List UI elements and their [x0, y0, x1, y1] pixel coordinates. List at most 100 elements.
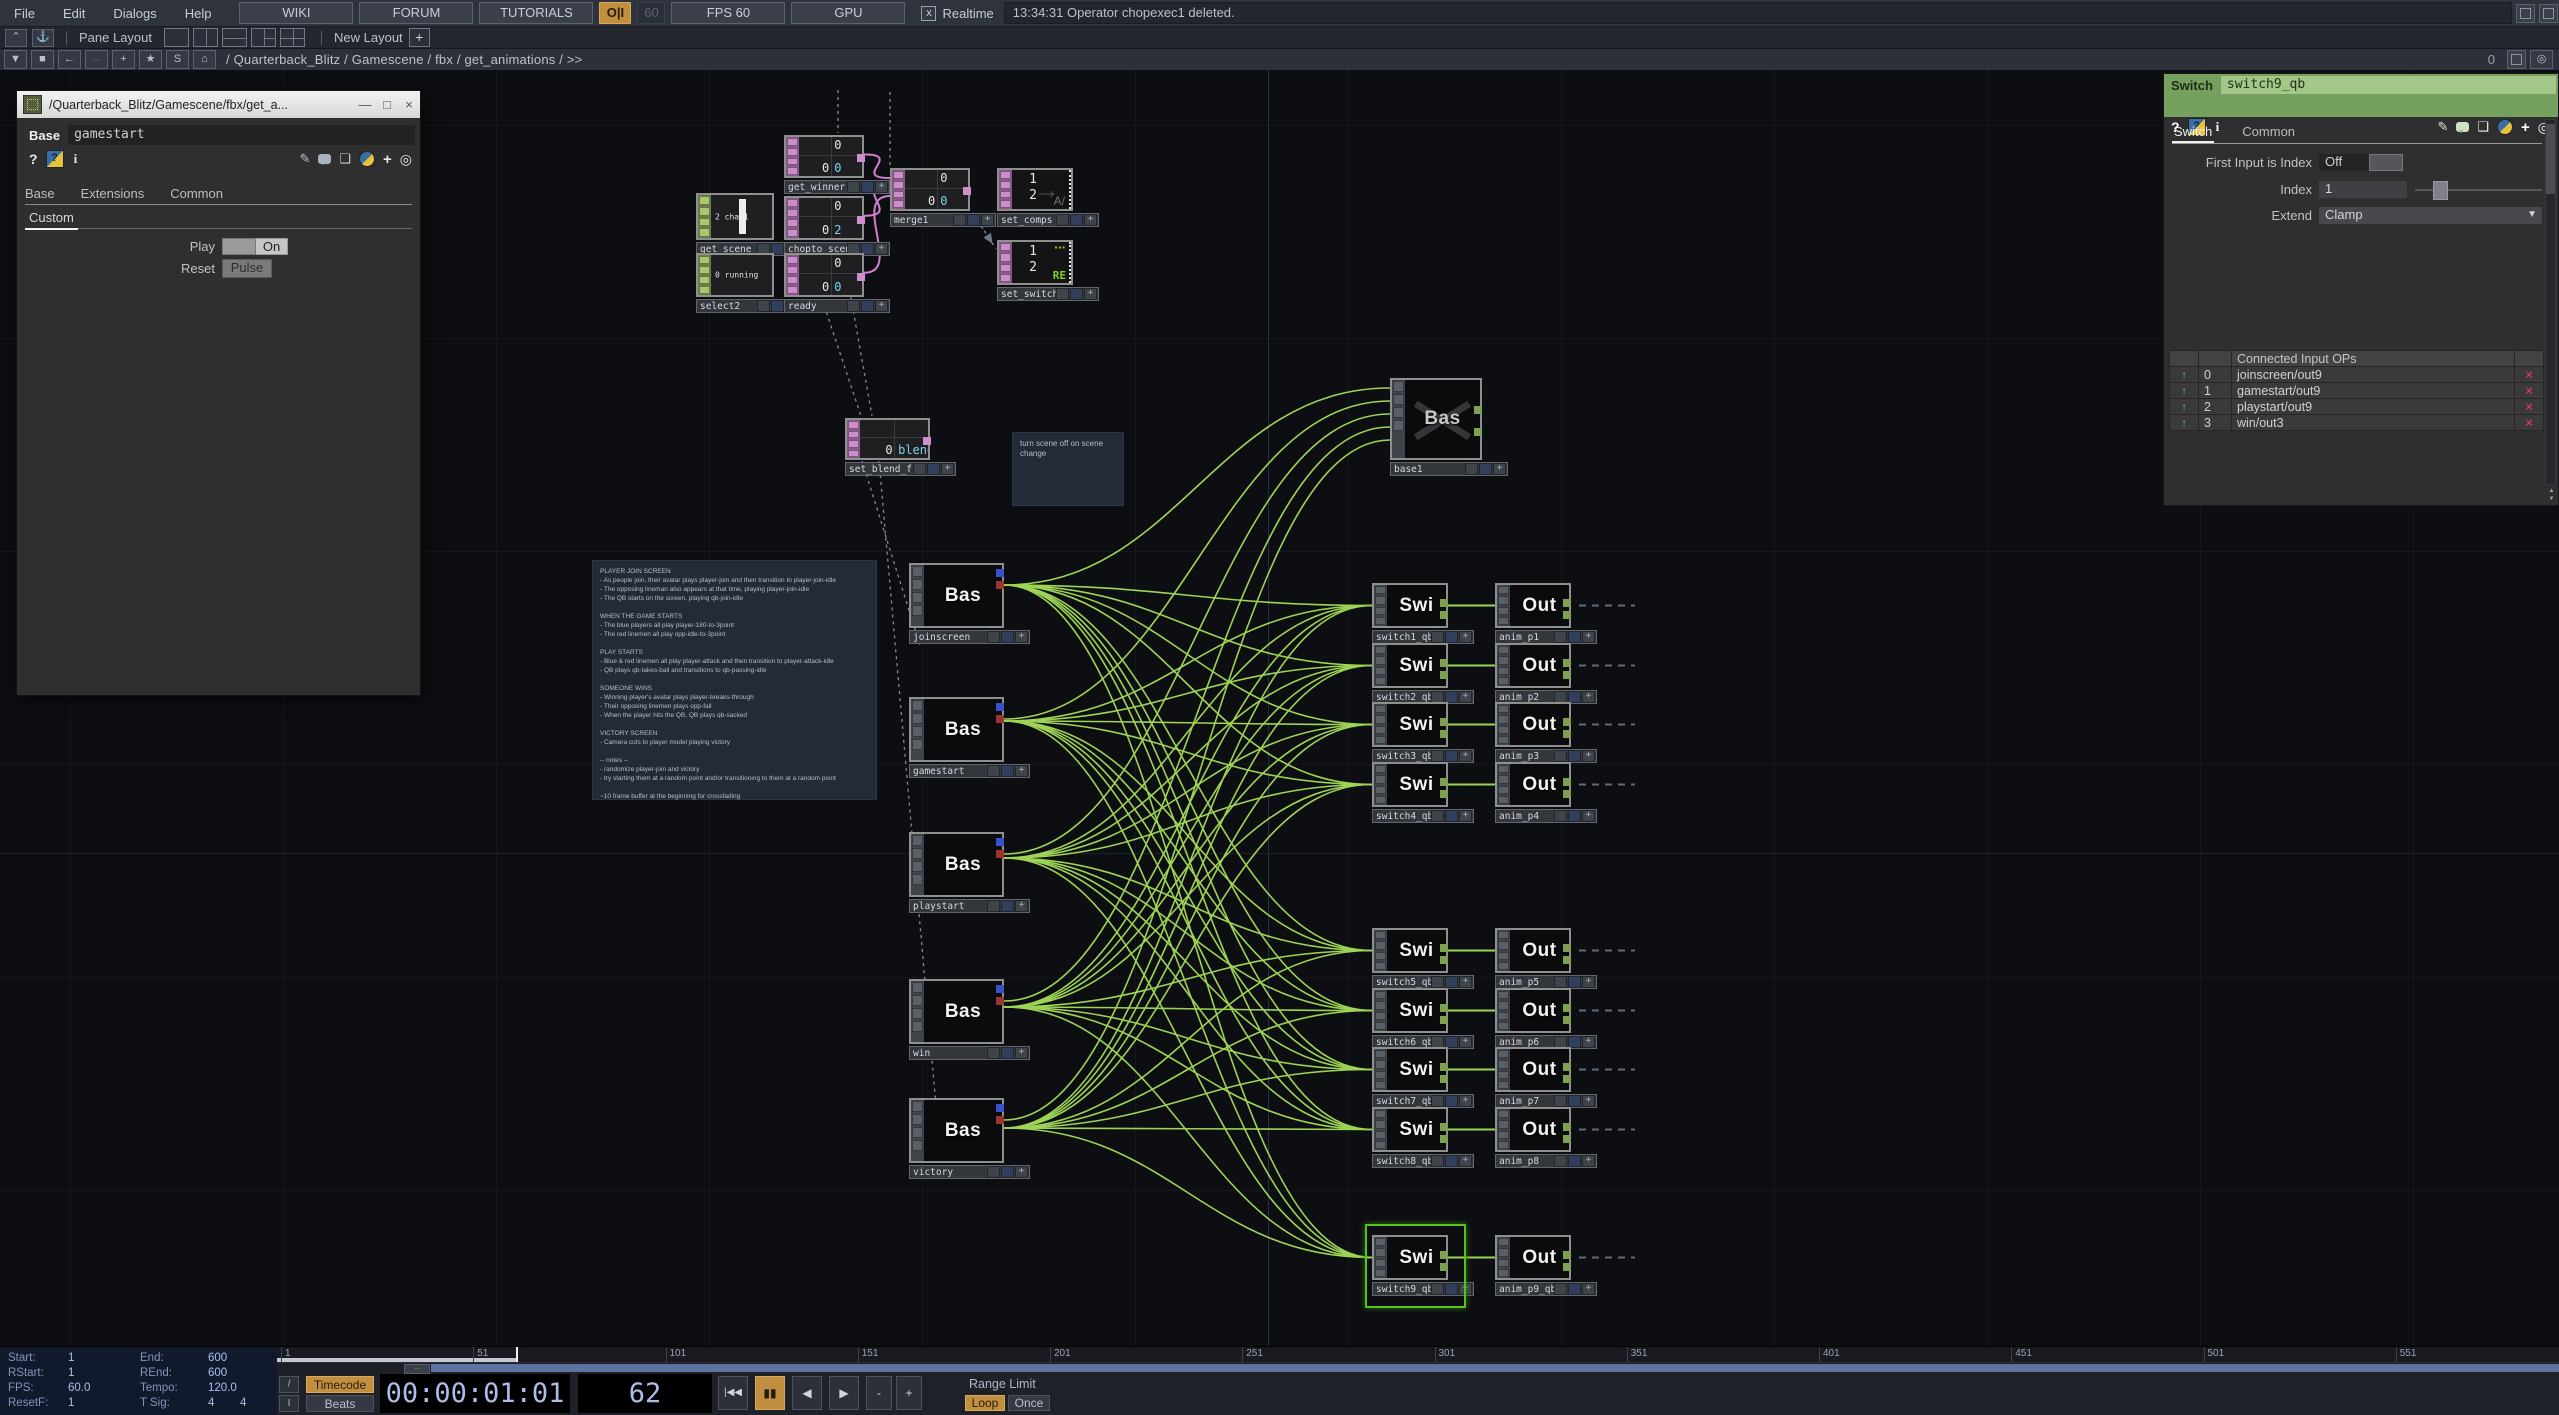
node-name-label[interactable]: switch4_qb+	[1372, 809, 1474, 823]
output-connector[interactable]	[1440, 611, 1448, 619]
python-help-icon[interactable]: ?	[46, 150, 64, 168]
info-icon[interactable]: i	[74, 151, 78, 167]
flag-icon[interactable]	[1375, 991, 1386, 999]
search-icon[interactable]: S	[166, 50, 189, 69]
delete-icon[interactable]: ×	[2515, 383, 2544, 399]
add-mini[interactable]: +	[1582, 1036, 1595, 1048]
node-body-anim_p5[interactable]: Out	[1495, 928, 1571, 973]
node-body-anim_p4[interactable]: Out	[1495, 762, 1571, 807]
add-mini[interactable]: +	[1459, 631, 1472, 643]
timecode-mode-button[interactable]: Timecode	[306, 1376, 374, 1393]
flag-mini[interactable]	[1445, 750, 1458, 762]
breadcrumb[interactable]: / Quarterback_Blitz / Gamescene / fbx / …	[226, 52, 582, 67]
node-body-anim_p7[interactable]: Out	[1495, 1047, 1571, 1092]
flag-icon[interactable]	[1375, 1071, 1386, 1079]
output-connector-blue[interactable]	[996, 569, 1004, 577]
flag-icon[interactable]	[1375, 646, 1386, 654]
output-connector[interactable]	[1563, 1063, 1571, 1071]
decrement-button[interactable]: -	[866, 1376, 892, 1410]
flag-icon[interactable]	[1375, 1131, 1386, 1139]
flag-mini[interactable]	[1554, 810, 1567, 822]
copy-parameters-icon[interactable]: ❏	[339, 151, 351, 167]
output-connector-red[interactable]	[996, 715, 1004, 723]
flag-mini[interactable]	[1465, 463, 1478, 475]
flag-icon[interactable]	[893, 171, 904, 179]
flag-icon[interactable]	[699, 276, 710, 284]
node-flags[interactable]	[786, 198, 799, 238]
node-body-anim_p8[interactable]: Out	[1495, 1107, 1571, 1152]
flag-icon[interactable]	[787, 138, 798, 146]
pause-button[interactable]: ▮▮	[755, 1376, 785, 1410]
flag-icon[interactable]	[1498, 1081, 1509, 1089]
flag-icon[interactable]	[912, 726, 923, 737]
index-slider-handle[interactable]	[2433, 181, 2448, 200]
play-toggle[interactable]: On	[222, 238, 288, 255]
output-connector[interactable]	[1563, 1135, 1571, 1143]
node-body-anim_p2[interactable]: Out	[1495, 643, 1571, 688]
node-flags[interactable]	[786, 255, 799, 295]
flag-icon[interactable]	[1498, 617, 1509, 625]
output-connector-red[interactable]	[996, 850, 1004, 858]
flag-mini[interactable]	[1568, 1095, 1581, 1107]
op-name-field[interactable]: gamestart	[68, 125, 415, 145]
flag-mini[interactable]	[771, 300, 784, 312]
layout-vsplit-button[interactable]	[193, 28, 218, 47]
add-mini[interactable]: +	[875, 243, 888, 255]
pane-type-dropdown-icon[interactable]: ▼	[4, 50, 27, 69]
output-connector[interactable]	[1440, 1135, 1448, 1143]
flag-icon[interactable]	[893, 181, 904, 189]
flag-icon[interactable]	[1375, 1110, 1386, 1118]
node-body-select2[interactable]: 0 running	[696, 253, 774, 297]
output-connector-red[interactable]	[996, 997, 1004, 1005]
output-connector[interactable]	[963, 187, 971, 195]
node-body-gamestart[interactable]: Bas	[909, 697, 1004, 762]
edit-comment-icon[interactable]: ✎	[299, 151, 310, 167]
node-flags[interactable]	[1392, 380, 1405, 458]
flag-icon[interactable]	[1498, 1259, 1509, 1267]
flag-icon[interactable]	[912, 1140, 923, 1151]
flag-icon[interactable]	[912, 1114, 923, 1125]
flag-icon[interactable]	[787, 256, 798, 264]
node-flags[interactable]	[698, 255, 711, 295]
output-connector[interactable]	[857, 154, 865, 162]
flag-icon[interactable]	[1000, 191, 1011, 199]
add-mini[interactable]: +	[1015, 765, 1028, 777]
output-connector[interactable]	[1563, 730, 1571, 738]
node-body-win[interactable]: Bas	[909, 979, 1004, 1044]
output-connector[interactable]	[1563, 1075, 1571, 1083]
flag-icon[interactable]	[1375, 941, 1386, 949]
anchor-icon[interactable]: ⚓	[32, 29, 54, 47]
flag-icon[interactable]	[1498, 656, 1509, 664]
node-name-label[interactable]: switch8_qb+	[1372, 1154, 1474, 1168]
flag-icon[interactable]	[1498, 1071, 1509, 1079]
stop-icon[interactable]: ■	[31, 50, 54, 69]
node-name-label[interactable]: switch3_qb+	[1372, 749, 1474, 763]
flag-icon[interactable]	[787, 286, 798, 294]
flag-icon[interactable]	[848, 450, 859, 458]
flag-mini[interactable]	[1554, 1283, 1567, 1295]
flag-mini[interactable]	[1001, 1047, 1014, 1059]
node-body-switch8_qb[interactable]: Swi	[1372, 1107, 1448, 1152]
tab-switch[interactable]: Switch	[2172, 122, 2214, 143]
forward-icon[interactable]: →	[85, 50, 108, 69]
parameter-panel-switch9[interactable]: Switch switch9_qb ? ? i ✎ ❏ + ◎ Switch C…	[2163, 73, 2559, 506]
node-body-set_comps[interactable]: 1 2→A/	[997, 168, 1073, 211]
flag-icon[interactable]	[1498, 1110, 1509, 1118]
node-name-label[interactable]: anim_p9_qb+	[1495, 1282, 1597, 1296]
flag-icon[interactable]	[787, 276, 798, 284]
node-flags[interactable]	[1374, 645, 1387, 686]
increment-button[interactable]: +	[896, 1376, 922, 1410]
node-flags[interactable]	[1497, 585, 1510, 626]
flag-mini[interactable]	[987, 765, 1000, 777]
add-mini[interactable]: +	[1084, 214, 1097, 226]
node-body-anim_p6[interactable]: Out	[1495, 988, 1571, 1033]
output-connector[interactable]	[1563, 778, 1571, 786]
flag-mini[interactable]	[913, 463, 926, 475]
step-back-button[interactable]: ◀	[792, 1376, 822, 1410]
output-connector[interactable]	[1440, 730, 1448, 738]
flag-icon[interactable]	[1393, 407, 1404, 418]
flag-mini[interactable]	[1001, 631, 1014, 643]
output-connector[interactable]	[1474, 428, 1482, 436]
first-input-toggle-knob[interactable]	[2369, 154, 2403, 171]
node-body-merge1[interactable]: 000	[890, 168, 970, 211]
